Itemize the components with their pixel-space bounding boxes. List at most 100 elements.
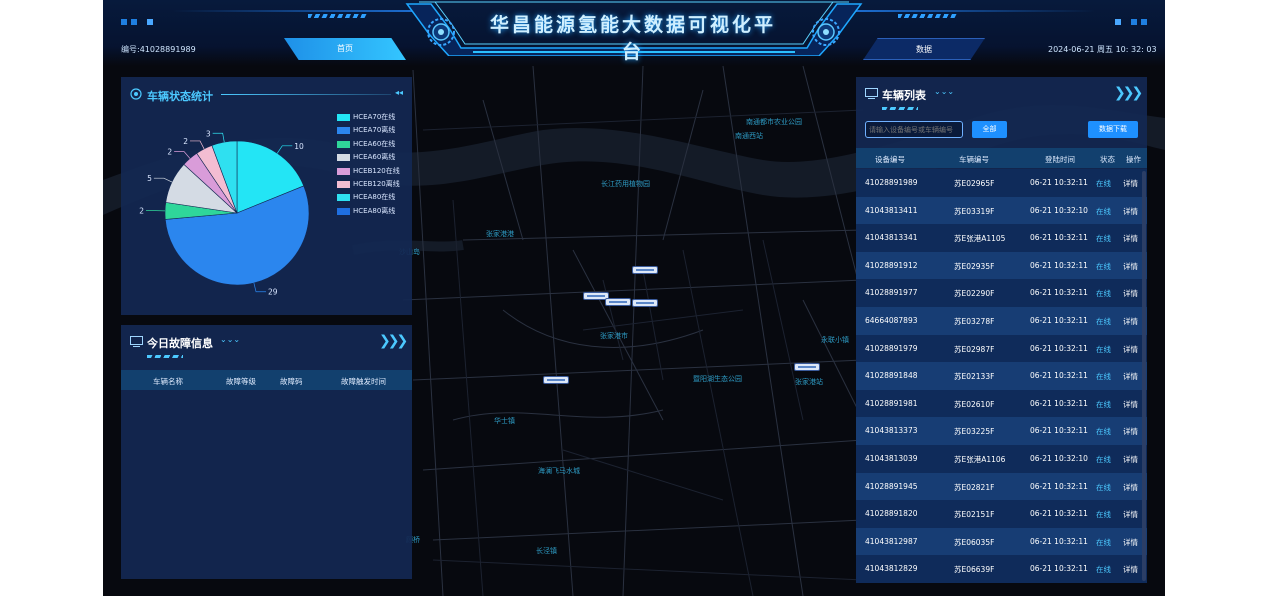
table-row[interactable]: 41028891848 苏E02133F 06-21 10:32:11 在线 详情	[856, 362, 1147, 390]
chart-legend: HCEA70在线 HCEA70离线 HCEA60在线 HCEA60离线 HCEB120在…	[337, 111, 400, 218]
legend-label: HCEA70离线	[353, 126, 396, 135]
cell-time: 06-21 10:32:10	[1030, 454, 1088, 463]
cell-plate: 苏E02151F	[954, 510, 995, 520]
pie-leader-line	[253, 282, 267, 293]
table-row[interactable]: 41028891981 苏E02610F 06-21 10:32:11 在线 详情	[856, 389, 1147, 418]
table-row[interactable]: 41028891912 苏E02935F 06-21 10:32:11 在线 详情	[856, 251, 1147, 280]
device-number: 编号:41028891989	[121, 45, 196, 54]
legend-label: HCEA60离线	[353, 153, 396, 162]
table-row[interactable]: 41043813039 苏E张港A1106 06-21 10:32:10 在线 详情	[856, 445, 1147, 473]
table-scrollbar[interactable]	[1142, 171, 1146, 581]
cell-action[interactable]: 详情	[1123, 344, 1138, 355]
vehicle-search-input[interactable]	[865, 121, 963, 138]
col-action: 操作	[1126, 155, 1141, 164]
bus-marker[interactable]	[794, 363, 820, 371]
cell-status: 在线	[1096, 344, 1111, 354]
cell-action[interactable]: 详情	[1123, 454, 1138, 465]
cell-device: 41043813411	[865, 205, 918, 215]
cell-status: 在线	[1096, 565, 1111, 575]
table-row[interactable]: 41028891945 苏E02821F 06-21 10:32:11 在线 详情	[856, 472, 1147, 501]
table-row[interactable]: 41043812829 苏E06639F 06-21 10:32:11 在线 详情	[856, 555, 1147, 583]
cell-time: 06-21 10:32:11	[1030, 288, 1088, 298]
monitor-icon	[130, 336, 143, 347]
cell-action[interactable]: 详情	[1123, 564, 1138, 575]
pie-leader-line	[212, 132, 225, 143]
pie-leader-line	[174, 151, 191, 159]
table-row[interactable]: 41043813411 苏E03319F 06-21 10:32:10 在线 详情	[856, 196, 1147, 225]
cell-plate: 苏E06639F	[954, 565, 995, 575]
header-bar: 华昌能源氢能大数据可视化平台 编号:41028891989 2024-06-21…	[103, 0, 1165, 66]
legend-label: HCEA80在线	[353, 193, 396, 202]
cell-plate: 苏E02290F	[954, 289, 995, 299]
vehicle-status-panel: 车辆状态统计 ◂◂ 10 29 2 5 2 2 3 HCEA70在线 HCEA70离线 HCEA…	[121, 77, 412, 315]
cell-action[interactable]: 详情	[1123, 288, 1138, 299]
table-row[interactable]: 41043813373 苏E03225F 06-21 10:32:11 在线 详情	[856, 417, 1147, 445]
cell-time: 06-21 10:32:11	[1030, 481, 1088, 491]
cell-time: 06-21 10:32:11	[1030, 371, 1088, 381]
table-row[interactable]: 41028891979 苏E02987F 06-21 10:32:11 在线 详情	[856, 334, 1147, 363]
cell-action[interactable]: 详情	[1123, 509, 1138, 520]
cell-action[interactable]: 详情	[1123, 537, 1138, 548]
legend-item[interactable]: HCEA70离线	[337, 124, 400, 137]
cell-plate: 苏E02610F	[954, 399, 995, 409]
cell-device: 41043812829	[865, 564, 918, 574]
cell-time: 06-21 10:32:11	[1030, 178, 1088, 187]
filter-all-button[interactable]: 全部	[972, 121, 1007, 138]
cell-action[interactable]: 详情	[1123, 261, 1138, 272]
map-label: 长泾镇	[536, 547, 557, 555]
cell-plate: 苏E03278F	[954, 317, 995, 326]
bus-marker[interactable]	[543, 376, 569, 384]
table-row[interactable]: 41028891989 苏E02965F 06-21 10:32:11 在线 详情	[856, 169, 1147, 197]
bus-marker[interactable]	[632, 266, 658, 274]
pie-data-label: 3	[206, 129, 211, 138]
header-line-right	[855, 10, 1095, 12]
map-label: 张家港港	[486, 230, 514, 238]
cell-action[interactable]: 详情	[1123, 399, 1138, 410]
table-row[interactable]: 64664087893 苏E03278F 06-21 10:32:11 在线 详情	[856, 307, 1147, 335]
cell-action[interactable]: 详情	[1123, 426, 1138, 437]
legend-item[interactable]: HCEA60离线	[337, 151, 400, 164]
bus-marker[interactable]	[605, 298, 631, 306]
data-download-button[interactable]: 数据下载	[1088, 121, 1138, 138]
legend-item[interactable]: HCEA60在线	[337, 138, 400, 151]
legend-item[interactable]: HCEB120离线	[337, 178, 400, 191]
pie-data-label: 5	[147, 174, 152, 183]
cell-action[interactable]: 详情	[1123, 482, 1138, 493]
gear-icon	[427, 18, 455, 46]
cell-action[interactable]: 详情	[1123, 233, 1138, 244]
cell-time: 06-21 10:32:11	[1030, 426, 1088, 436]
cell-action[interactable]: 详情	[1123, 178, 1138, 189]
map-label: 张家港市	[600, 332, 628, 340]
vehicle-list-title: 车辆列表	[882, 89, 926, 102]
legend-swatch	[337, 127, 350, 135]
pie-data-label: 10	[294, 142, 304, 151]
cell-status: 在线	[1096, 427, 1111, 437]
cell-device: 41043813341	[865, 233, 918, 243]
bus-marker[interactable]	[632, 299, 658, 307]
chevron-right-icon[interactable]: ❯❯❯	[379, 333, 408, 349]
legend-item[interactable]: HCEA70在线	[337, 111, 400, 124]
map-label: 南通西站	[735, 132, 763, 140]
cell-action[interactable]: 详情	[1123, 371, 1138, 382]
legend-label: HCEA60在线	[353, 139, 396, 148]
cell-status: 在线	[1096, 372, 1111, 382]
pie-data-label: 2	[167, 148, 172, 157]
legend-item[interactable]: HCEA80在线	[337, 191, 400, 204]
cell-action[interactable]: 详情	[1123, 206, 1138, 217]
cell-device: 41028891820	[865, 509, 918, 519]
table-row[interactable]: 41043813341 苏E张港A1105 06-21 10:32:11 在线 详情	[856, 224, 1147, 252]
table-row[interactable]: 41028891820 苏E02151F 06-21 10:32:11 在线 详情	[856, 500, 1147, 528]
page-title: 华昌能源氢能大数据可视化平台	[489, 14, 776, 63]
table-row[interactable]: 41043812987 苏E06035F 06-21 10:32:11 在线 详情	[856, 527, 1147, 556]
nav-data-button[interactable]: 数据	[863, 38, 985, 60]
table-row[interactable]: 41028891977 苏E02290F 06-21 10:32:11 在线 详情	[856, 279, 1147, 307]
pie-leader-line	[153, 177, 173, 183]
nav-home-button[interactable]: 首页	[284, 38, 406, 60]
cell-plate: 苏E02987F	[954, 344, 995, 354]
chevron-right-icon[interactable]: ❯❯❯	[1114, 85, 1143, 101]
cell-action[interactable]: 详情	[1123, 316, 1138, 327]
cell-plate: 苏E06035F	[954, 537, 995, 547]
legend-item[interactable]: HCEB120在线	[337, 165, 400, 178]
legend-item[interactable]: HCEA80离线	[337, 205, 400, 218]
cell-time: 06-21 10:32:11	[1030, 398, 1088, 408]
